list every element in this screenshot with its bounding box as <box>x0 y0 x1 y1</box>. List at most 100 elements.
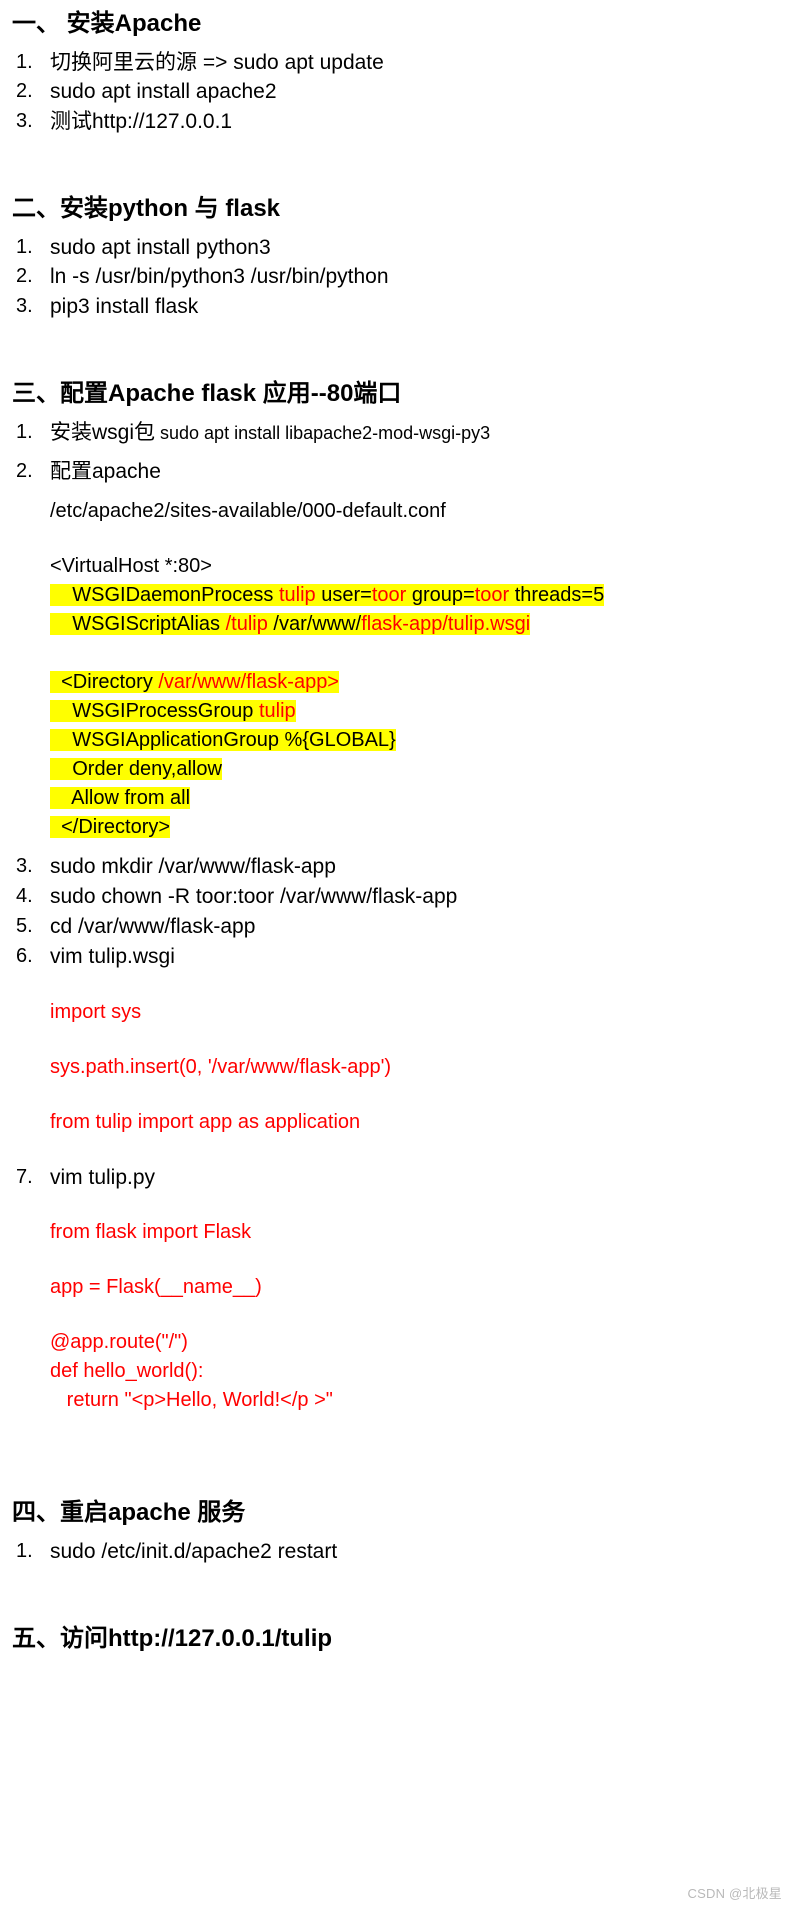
section-restart-apache: 四、重启apache 服务 1. sudo /etc/init.d/apache… <box>0 1499 792 1566</box>
step-list: 7. vim tulip.py <box>0 1163 792 1193</box>
highlighted-text: <Directory /var/www/flask-app> <box>50 671 339 694</box>
step-text: sudo apt install python3 <box>50 235 271 259</box>
allow-directive-line: Allow from all <box>50 784 792 813</box>
list-item: 7. vim tulip.py <box>0 1163 792 1193</box>
code-line: from flask import Flask <box>50 1221 252 1244</box>
step-number: 6. <box>16 944 33 967</box>
step-text: ln -s /usr/bin/python3 /usr/bin/python <box>50 265 389 289</box>
order-directive-line: Order deny,allow <box>50 755 792 784</box>
highlighted-text: WSGIProcessGroup tulip <box>50 700 296 723</box>
virtualhost-config-block: <VirtualHost *:80> WSGIDaemonProcess tul… <box>0 552 792 842</box>
step-number: 2. <box>16 460 33 483</box>
step-text: sudo mkdir /var/www/flask-app <box>50 855 336 879</box>
section-title: 三、配置Apache flask 应用--80端口 <box>12 380 402 408</box>
alias-target-prefix: /var/www/ <box>267 613 362 636</box>
step-text: pip3 install flask <box>50 295 199 319</box>
directory-close-tag: </Directory> <box>61 816 171 839</box>
step-text: cd /var/www/flask-app <box>50 914 256 938</box>
section-visit-app: 五、访问http://127.0.0.1/tulip <box>0 1625 792 1653</box>
directive-text: Order deny,allow <box>72 758 222 781</box>
list-item: 5. cd /var/www/flask-app <box>0 912 792 942</box>
alias-path: /tulip <box>225 613 268 636</box>
threads-value: threads=5 <box>509 584 605 607</box>
list-item: 1. 安装wsgi包 sudo apt install libapache2-m… <box>0 418 792 448</box>
step-text: 测试http://127.0.0.1 <box>50 110 233 134</box>
group-label: group= <box>406 584 475 607</box>
list-item: 1. 切换阿里云的源 => sudo apt update <box>0 48 792 78</box>
process-group-value: tulip <box>258 700 296 723</box>
step-number: 3. <box>16 295 33 318</box>
step-number: 1. <box>16 420 33 443</box>
user-value: toor <box>371 584 407 607</box>
spacer-top <box>0 0 792 10</box>
step-list: 1. sudo /etc/init.d/apache2 restart <box>0 1537 792 1567</box>
flask-app-code-block: from flask import Flask app = Flask(__na… <box>0 1218 792 1415</box>
list-item: 3. 测试http://127.0.0.1 <box>0 107 792 137</box>
section-title: 四、重启apache 服务 <box>12 1499 246 1527</box>
wsgi-script-alias-line: WSGIScriptAlias /tulip /var/www/flask-ap… <box>50 610 792 639</box>
directory-open-prefix: <Directory <box>61 671 159 694</box>
watermark: CSDN @北极星 <box>687 1886 782 1901</box>
code-line: from tulip import app as application <box>50 1110 361 1133</box>
highlighted-text: WSGIApplicationGroup %{GLOBAL} <box>50 729 396 752</box>
section-title: 二、安装python 与 flask <box>12 195 281 223</box>
list-item: 1. sudo /etc/init.d/apache2 restart <box>0 1537 792 1567</box>
highlighted-text: Allow from all <box>50 787 191 810</box>
wsgi-application-group-line: WSGIApplicationGroup %{GLOBAL} <box>50 726 792 755</box>
step-text-cn: 安装wsgi包 <box>50 420 156 444</box>
step-text: 安装wsgi包 sudo apt install libapache2-mod-… <box>50 418 792 448</box>
code-line: sys.path.insert(0, '/var/www/flask-app') <box>50 1055 392 1078</box>
step-number: 2. <box>16 80 33 103</box>
section-configure-apache-flask: 三、配置Apache flask 应用--80端口 1. 安装wsgi包 sud… <box>0 380 792 1415</box>
virtualhost-open-tag: <VirtualHost *:80> <box>50 555 212 578</box>
daemon-process-name: tulip <box>278 584 316 607</box>
wsgi-process-group-line: WSGIProcessGroup tulip <box>50 697 792 726</box>
step-number: 3. <box>16 110 33 133</box>
directory-path: /var/www/flask-app> <box>158 671 339 694</box>
step-text: sudo /etc/init.d/apache2 restart <box>50 1539 338 1563</box>
list-item: 2. sudo apt install apache2 <box>0 77 792 107</box>
highlighted-text: Order deny,allow <box>50 758 222 781</box>
step-list: 1. 切换阿里云的源 => sudo apt update 2. sudo ap… <box>0 48 792 137</box>
section-install-apache: 一、 安装Apache 1. 切换阿里云的源 => sudo apt updat… <box>0 10 792 137</box>
list-item: 6. vim tulip.wsgi <box>0 942 792 972</box>
step-text-command: sudo apt install libapache2-mod-wsgi-py3 <box>155 422 491 443</box>
step-list: 1. 安装wsgi包 sudo apt install libapache2-m… <box>0 418 792 488</box>
step-text: 配置apache <box>50 460 161 484</box>
step-number: 1. <box>16 1539 33 1562</box>
highlighted-text: </Directory> <box>50 816 171 839</box>
step-number: 4. <box>16 885 33 908</box>
step-text: vim tulip.py <box>50 1165 156 1189</box>
step-number: 5. <box>16 914 33 937</box>
directory-close-tag-line: </Directory> <box>50 813 792 842</box>
wsgi-code-block: import sys sys.path.insert(0, '/var/www/… <box>0 998 792 1137</box>
step-list: 1. sudo apt install python3 2. ln -s /us… <box>0 233 792 322</box>
section-title: 一、 安装Apache <box>12 10 202 37</box>
directive-name: WSGIDaemonProcess <box>72 584 279 607</box>
list-item: 4. sudo chown -R toor:toor /var/www/flas… <box>0 882 792 912</box>
section-title: 五、访问http://127.0.0.1/tulip <box>12 1624 333 1652</box>
list-item: 3. pip3 install flask <box>0 292 792 322</box>
step-number: 1. <box>16 50 33 73</box>
step-number: 3. <box>16 855 33 878</box>
directive-text: Allow from all <box>71 787 191 810</box>
section-install-python-flask: 二、安装python 与 flask 1. sudo apt install p… <box>0 195 792 322</box>
group-value: toor <box>474 584 510 607</box>
code-line: import sys <box>50 1000 142 1023</box>
highlighted-text: WSGIDaemonProcess tulip user=toor group=… <box>50 584 605 607</box>
directory-open-tag-line: <Directory /var/www/flask-app> <box>50 668 792 697</box>
code-line: app = Flask(__name__) <box>50 1276 262 1299</box>
